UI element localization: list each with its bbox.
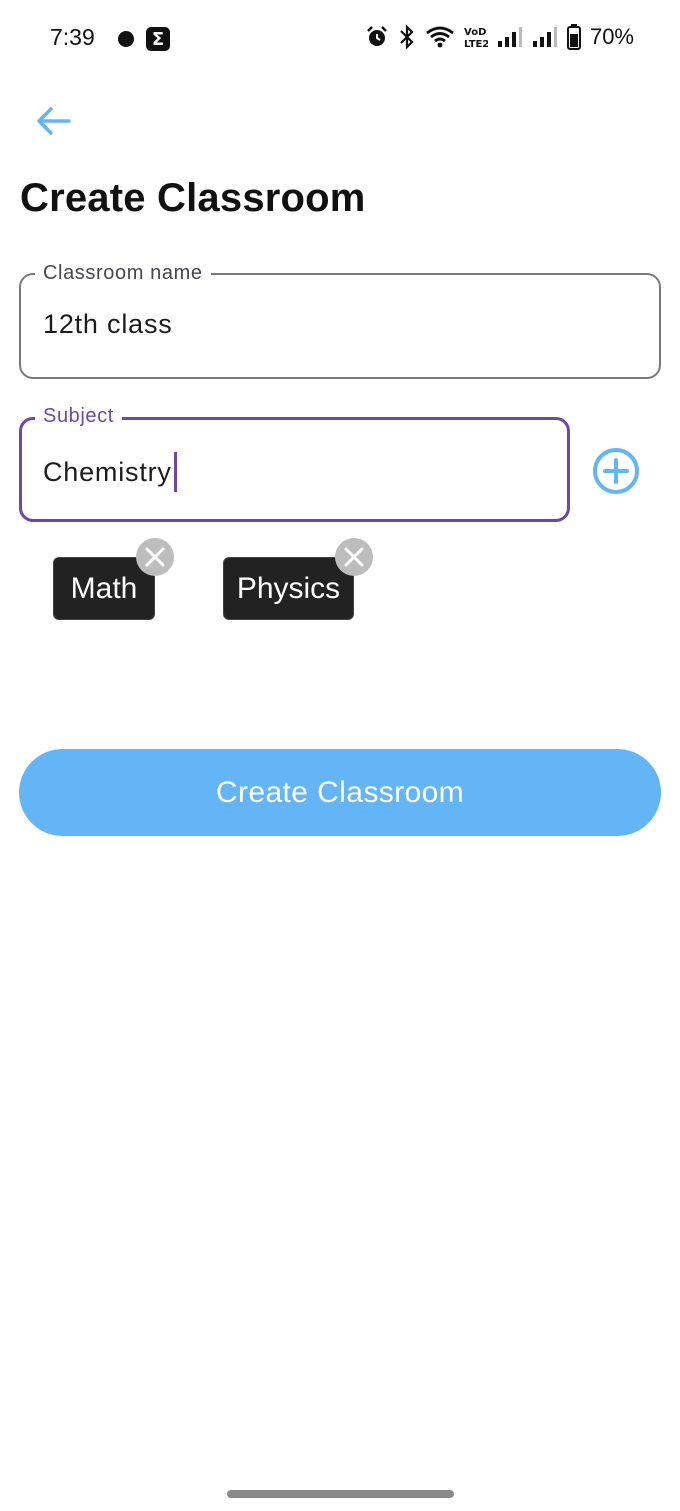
status-bar: 7:39 Σ VoD LTE2 70% <box>0 0 680 80</box>
subject-field[interactable]: Subject Chemistry <box>19 404 570 522</box>
bluetooth-icon <box>400 24 414 50</box>
sigma-app-icon: Σ <box>146 27 170 51</box>
arrow-left-icon <box>37 107 71 135</box>
classroom-name-value: 12th class <box>43 309 173 339</box>
signal-icon <box>497 27 522 47</box>
wifi-icon <box>426 26 454 48</box>
svg-text:VoD: VoD <box>464 27 486 38</box>
create-classroom-button[interactable]: Create Classroom <box>19 749 661 836</box>
home-indicator[interactable] <box>227 1490 454 1498</box>
chip-label: Math <box>70 571 138 605</box>
subject-label: Subject <box>35 404 122 428</box>
back-button[interactable] <box>30 98 76 144</box>
svg-text:LTE2: LTE2 <box>464 39 488 49</box>
page-title: Create Classroom <box>20 176 366 220</box>
signal-icon <box>532 27 557 47</box>
subject-value: Chemistry <box>43 456 172 487</box>
add-circle-icon <box>593 448 639 494</box>
chip-label: Physics <box>236 571 341 605</box>
battery-percent: 70% <box>589 24 634 49</box>
add-subject-button[interactable] <box>590 445 642 497</box>
notification-dot-icon <box>118 31 134 47</box>
volte-icon: VoD LTE2 <box>464 27 488 49</box>
classroom-name-field[interactable]: Classroom name 12th class <box>19 261 661 379</box>
battery-icon <box>566 24 581 50</box>
subject-chip-physics: Physics <box>223 538 373 620</box>
remove-math-chip-button[interactable] <box>136 538 174 576</box>
text-caret <box>173 452 177 492</box>
alarm-icon <box>367 26 387 46</box>
close-icon <box>344 547 364 567</box>
create-classroom-screen: 7:39 Σ VoD LTE2 70% Create Classroom Cla… <box>0 0 680 1511</box>
subject-chip-math: Math <box>53 538 174 620</box>
remove-physics-chip-button[interactable] <box>335 538 373 576</box>
classroom-name-label: Classroom name <box>35 261 211 285</box>
close-icon <box>145 547 165 567</box>
status-time: 7:39 <box>50 24 95 50</box>
